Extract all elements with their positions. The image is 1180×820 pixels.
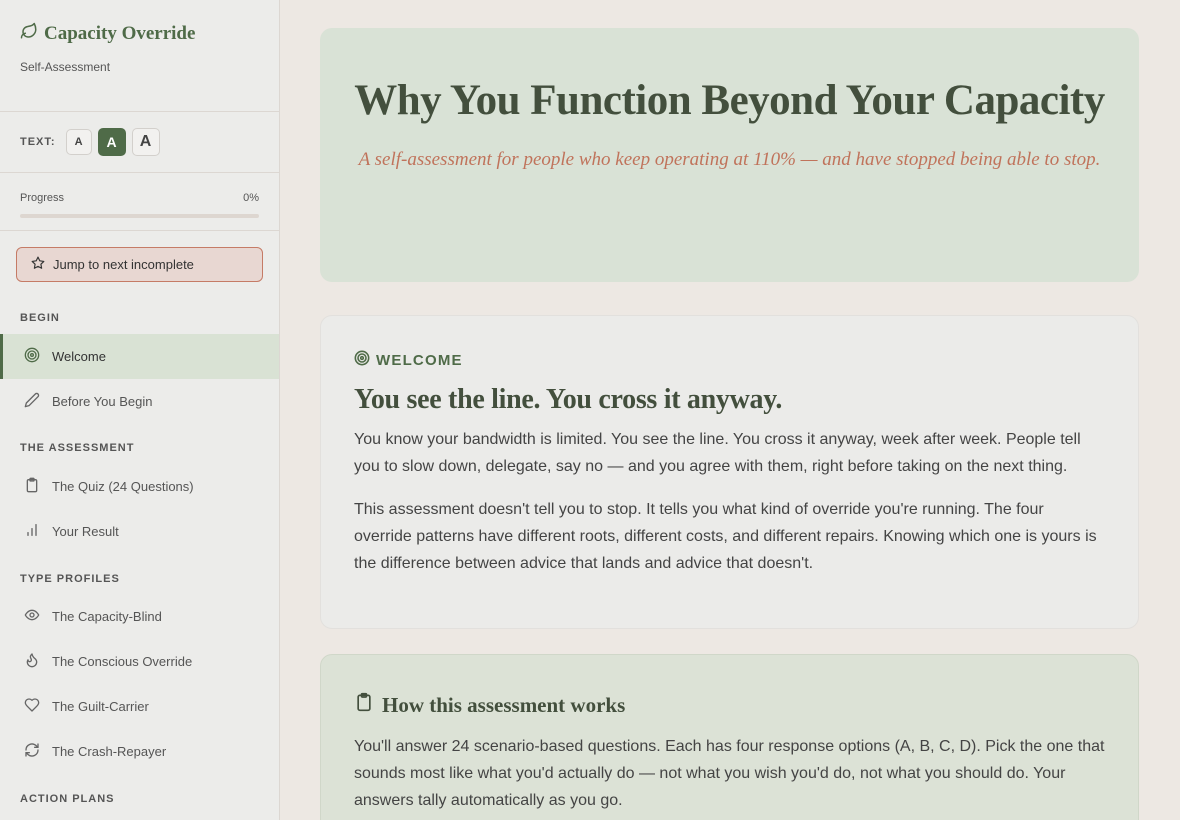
nav-item-crash-repayer[interactable]: The Crash-Repayer (0, 729, 279, 774)
welcome-card: WELCOME You see the line. You cross it a… (320, 315, 1139, 629)
sidebar: Capacity Override Self-Assessment TEXT: … (0, 0, 280, 820)
nav-item-label: The Capacity-Blind (52, 609, 162, 624)
progress-panel: Progress 0% (0, 173, 279, 231)
text-size-medium-button[interactable]: A (97, 128, 126, 156)
refresh-icon (24, 742, 40, 761)
brand-subtitle: Self-Assessment (20, 60, 111, 74)
text-size-large-button[interactable]: A (131, 128, 160, 156)
how-it-works-title: How this assessment works (354, 691, 1105, 719)
leaf-icon (20, 22, 38, 46)
target-icon (24, 347, 40, 366)
jump-to-next-incomplete-button[interactable]: Jump to next incomplete (16, 247, 263, 282)
nav-section-begin: BEGIN (20, 312, 60, 324)
how-it-works-paragraph: You'll answer 24 scenario-based question… (354, 738, 1105, 809)
target-icon (354, 350, 370, 370)
nav-item-welcome[interactable]: Welcome (0, 334, 279, 379)
bar-chart-icon (24, 522, 40, 541)
brand-title[interactable]: Capacity Override (20, 22, 259, 46)
heart-icon (24, 697, 40, 716)
nav-section-action-plans: ACTION PLANS (20, 793, 115, 805)
nav-item-the-quiz[interactable]: The Quiz (24 Questions) (0, 464, 279, 509)
welcome-eyebrow: WELCOME (354, 350, 1105, 370)
nav-item-before-you-begin[interactable]: Before You Begin (0, 379, 279, 424)
jump-button-label: Jump to next incomplete (53, 257, 194, 272)
nav-section-the-assessment: THE ASSESSMENT (20, 442, 135, 454)
nav-item-label: Welcome (52, 349, 106, 364)
nav-item-your-result[interactable]: Your Result (0, 509, 279, 554)
brand: Capacity Override Self-Assessment (0, 0, 279, 112)
page-title: Why You Function Beyond Your Capacity (354, 77, 1105, 124)
nav-item-label: The Guilt-Carrier (52, 699, 149, 714)
brand-title-text: Capacity Override (44, 23, 196, 44)
page-subtitle: A self-assessment for people who keep op… (358, 149, 1101, 170)
nav-item-guilt-carrier[interactable]: The Guilt-Carrier (0, 684, 279, 729)
star-icon (31, 256, 45, 273)
how-it-works-title-text: How this assessment works (382, 692, 626, 717)
welcome-paragraph: This assessment doesn't tell you to stop… (354, 501, 1097, 572)
nav-item-label: The Quiz (24 Questions) (52, 479, 194, 494)
nav-item-label: The Conscious Override (52, 654, 193, 669)
nav-item-label: The Crash-Repayer (52, 744, 167, 759)
flame-icon (24, 652, 40, 671)
nav-section-type-profiles: TYPE PROFILES (20, 573, 120, 585)
nav-item-label: Your Result (52, 524, 119, 539)
nav-item-conscious-override[interactable]: The Conscious Override (0, 639, 279, 684)
nav-item-capacity-blind[interactable]: The Capacity-Blind (0, 594, 279, 639)
text-size-label: TEXT: (20, 136, 56, 148)
how-it-works-card: How this assessment works You'll answer … (320, 654, 1139, 820)
progress-value: 0% (243, 192, 259, 204)
hero-banner: Why You Function Beyond Your Capacity A … (320, 28, 1139, 282)
progress-track (20, 214, 259, 218)
text-size-small-button[interactable]: A (65, 129, 92, 155)
welcome-eyebrow-text: WELCOME (376, 351, 463, 369)
text-size-control: TEXT: A A A (0, 112, 279, 173)
eye-icon (24, 607, 40, 626)
welcome-paragraph: You know your bandwidth is limited. You … (354, 431, 1081, 475)
nav-item-label: Before You Begin (52, 394, 153, 409)
welcome-heading: You see the line. You cross it anyway. (354, 384, 783, 415)
clipboard-icon (24, 477, 40, 496)
progress-label: Progress (20, 192, 65, 204)
pencil-icon (24, 392, 40, 411)
clipboard-icon (354, 691, 374, 719)
